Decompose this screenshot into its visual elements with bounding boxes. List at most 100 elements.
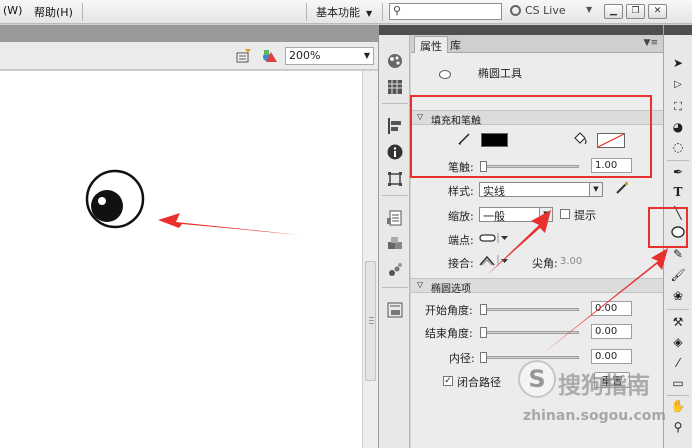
document-tab-bar [0,25,378,42]
slider-track [482,308,579,311]
docked-panels-strip [378,25,411,448]
edit-symbols-icon[interactable] [262,49,278,63]
panel-collapse-bar[interactable] [411,25,663,35]
hint-checkbox[interactable] [560,209,570,219]
paint-bucket-tool-icon[interactable]: ◈ [670,335,686,350]
slider-knob[interactable] [480,304,487,315]
properties-tabs: 属性 库 ▼≡ [411,35,663,53]
miter-value[interactable]: 3.00 [560,256,582,267]
tools-divider [667,309,689,310]
align-icon[interactable] [387,118,403,134]
tools-divider [667,160,689,161]
scroll-grip [369,320,374,321]
panel-divider [382,287,408,288]
stroke-style-select[interactable]: 实线 ▼ [479,182,603,198]
color-palette-icon[interactable] [387,53,403,69]
menu-window[interactable]: (W) [3,4,22,17]
deco-tool-icon[interactable]: ❀ [670,289,686,304]
chevron-down-icon: ▼ [539,208,552,221]
edit-stroke-style-icon[interactable] [615,181,629,195]
menu-help[interactable]: 帮助(H) [34,4,73,20]
inner-radius-input[interactable]: 0.00 [591,349,632,364]
close-path-checkbox[interactable]: ✓ [443,376,453,386]
swatches-icon[interactable] [387,79,403,95]
hand-tool-icon[interactable]: ✋ [670,399,686,414]
eraser-tool-icon[interactable]: ▭ [670,376,686,391]
chevron-down-icon: ▼ [589,183,602,196]
text-tool-icon[interactable]: T [670,185,686,200]
selection-tool-icon[interactable]: ➤ [670,56,686,71]
cslive-icon [510,5,521,16]
scroll-grip [369,317,374,318]
tools-divider [667,395,689,396]
edit-scene-icon[interactable] [236,49,252,63]
scale-value: 一般 [483,210,505,223]
start-angle-slider[interactable] [480,304,579,315]
slider-knob[interactable] [480,352,487,363]
edit-bar: 200% ▼ [0,42,378,70]
zoom-select[interactable]: 200% ▼ [285,47,374,65]
free-transform-tool-icon[interactable]: ⛶ [670,99,686,114]
menubar-divider [382,3,383,21]
lasso-tool-icon[interactable]: ◌ [670,140,686,155]
panel-menu-icon[interactable]: ▼≡ [644,38,658,48]
menubar: (W) 帮助(H) 基本功能 ▼ ⚲ CS Live ▼ ▁ ❐ ✕ [0,0,692,24]
motion-presets-icon[interactable] [387,262,403,278]
workspace-switcher[interactable]: 基本功能 ▼ [316,4,372,20]
pen-tool-icon[interactable]: ✒ [670,165,686,180]
fill-stroke-highlight-box [410,95,652,178]
panel-collapse-bar[interactable] [379,25,411,35]
chevron-down-icon: ▼ [363,51,370,60]
restore-button[interactable]: ❐ [626,4,645,19]
sogou-watermark-text: 搜狗指南 [558,373,650,399]
code-snippets-icon[interactable] [387,210,403,226]
zoom-value: 200% [289,49,321,62]
library-panel-icon[interactable] [387,302,403,318]
panel-collapse-bar[interactable] [664,25,692,35]
start-angle-input[interactable]: 0.00 [591,301,632,316]
tab-library[interactable]: 库 [445,36,466,53]
end-angle-slider[interactable] [480,327,579,338]
style-label: 样式: [448,185,474,198]
eye-highlight [98,197,106,205]
bone-tool-icon[interactable]: ⚒ [670,315,686,330]
tab-properties[interactable]: 属性 [414,36,448,53]
cap-style-dropdown[interactable] [479,232,513,244]
scrollbar-thumb[interactable] [365,261,376,381]
eye-drawing [85,169,145,229]
menubar-divider [82,3,83,21]
close-button[interactable]: ✕ [648,4,667,19]
help-search-input[interactable]: ⚲ [389,3,502,20]
brush-tool-icon[interactable]: 🖌 [670,268,686,283]
chevron-down-icon[interactable]: ▼ [586,5,592,14]
stage-canvas[interactable] [0,71,362,448]
vertical-scrollbar[interactable] [362,71,378,448]
pencil-tool-icon[interactable]: ✎ [670,247,686,262]
subselection-tool-icon[interactable]: ▷ [670,77,686,92]
scale-select[interactable]: 一般 ▼ [479,207,553,223]
join-style-dropdown[interactable] [479,254,513,267]
sogou-watermark-logo: S [518,360,556,398]
ellipse-tool-icon [439,70,451,79]
eye-pupil [91,190,123,222]
info-icon[interactable] [387,144,403,160]
minimize-button[interactable]: ▁ [604,4,623,19]
tool-name: 椭圆工具 [478,67,522,80]
ellipse-options-section-header[interactable]: ▽ 椭圆选项 [411,278,663,295]
cslive-button[interactable]: CS Live [510,4,566,17]
end-angle-input[interactable]: 0.00 [591,324,632,339]
oval-tool-highlight-box [648,207,688,248]
hint-label: 提示 [574,209,596,222]
eyedropper-tool-icon[interactable]: ⁄ [670,356,686,371]
transform-icon[interactable] [387,171,403,187]
inner-radius-label: 内径: [449,352,475,365]
zoom-tool-icon[interactable]: ⚲ [670,420,686,435]
search-icon: ⚲ [393,4,402,17]
components-icon[interactable] [387,236,403,252]
collapse-triangle-icon: ▽ [417,280,424,289]
ellipse-options-title: 椭圆选项 [431,284,471,295]
cap-label: 端点: [448,234,474,247]
3d-rotation-tool-icon[interactable]: ◕ [670,120,686,135]
slider-knob[interactable] [480,327,487,338]
panel-divider [382,195,408,196]
